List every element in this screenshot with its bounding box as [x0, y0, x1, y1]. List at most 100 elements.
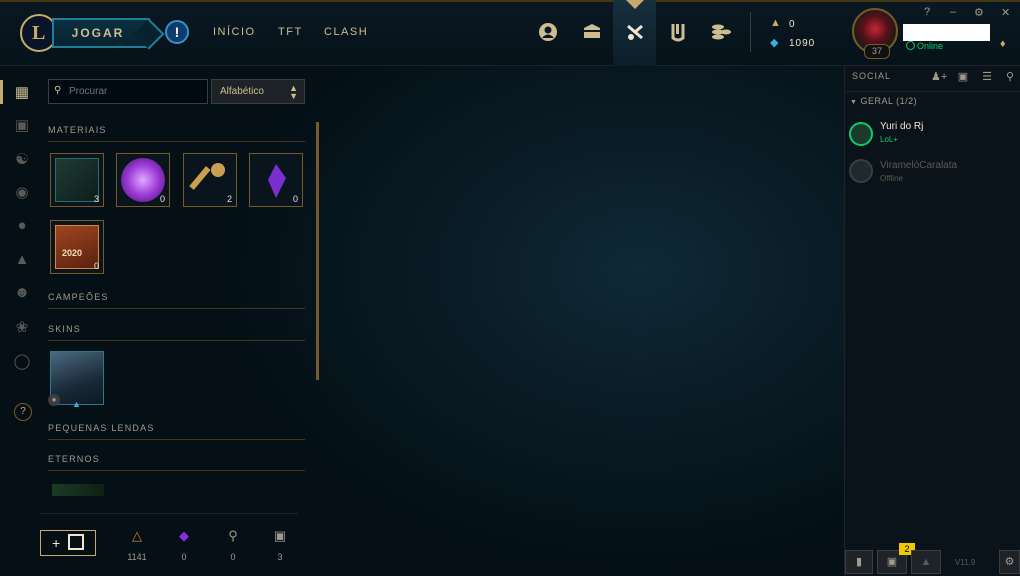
profile-icon[interactable]: [536, 22, 560, 44]
help-circle-icon[interactable]: ?: [14, 403, 32, 421]
collection-chest-icon[interactable]: [580, 22, 604, 44]
section-champions: CAMPEÕES: [48, 292, 305, 309]
account-icon[interactable]: ◯: [12, 352, 32, 372]
friend-group-label: GERAL (1/2): [860, 96, 918, 106]
list-icon[interactable]: ☰: [980, 70, 994, 84]
emote-icon[interactable]: ●: [12, 217, 32, 237]
sort-arrows-icon: ▲ ▼: [289, 83, 298, 101]
search-icon[interactable]: ⚲: [1003, 70, 1017, 84]
friend-row[interactable]: ViramelóCaralata Offline: [845, 153, 1020, 189]
notification-bell-icon[interactable]: ♦: [1000, 38, 1006, 50]
collection-scrollbar[interactable]: [316, 122, 319, 380]
topbar-divider: [750, 12, 751, 52]
store-icon[interactable]: [666, 22, 690, 44]
material-count: 0: [93, 261, 99, 271]
tactician-icon[interactable]: ❀: [12, 318, 32, 338]
play-button[interactable]: JOGAR: [52, 18, 150, 48]
material-count: 0: [292, 194, 298, 204]
nav-clash[interactable]: CLASH: [324, 26, 368, 38]
material-tile-event-token[interactable]: 2020 0: [50, 220, 104, 274]
friend-name: Yuri do Rj: [880, 121, 924, 132]
summoner-level: 37: [864, 44, 890, 59]
section-skins: SKINS: [48, 324, 305, 341]
friend-group-header[interactable]: ▼ GERAL (1/2): [850, 96, 917, 106]
section-materials: MATERIAIS: [48, 125, 305, 142]
key-icon: ⚲: [228, 528, 238, 543]
mythic-essence-icon: [254, 158, 298, 202]
friend-status: LoL+: [880, 135, 899, 144]
friend-status: Offline: [880, 174, 903, 183]
loot-icon[interactable]: [623, 22, 647, 44]
skin-rarity-icon: ▲: [72, 399, 81, 409]
chest-count: 3: [277, 552, 283, 562]
mythic-essence-count: 0: [181, 552, 187, 562]
chevron-down-icon: ▼: [850, 99, 858, 106]
online-dot-icon: [906, 41, 915, 50]
friend-avatar: [849, 122, 873, 146]
key-icon: [188, 158, 232, 202]
gear-icon[interactable]: ⚙: [999, 550, 1020, 574]
search-icon: ⚲: [54, 85, 62, 96]
section-eternals: ETERNOS: [48, 454, 305, 471]
search-input[interactable]: [67, 85, 201, 98]
material-count: 3: [93, 194, 99, 204]
chest-icon: ▣: [273, 528, 287, 543]
friend-name: ViramelóCaralata: [880, 160, 958, 171]
grid-icon[interactable]: ▦: [12, 83, 32, 103]
eternal-preview[interactable]: [52, 484, 104, 496]
minimize-icon[interactable]: –: [950, 6, 956, 18]
key-count: 0: [230, 552, 236, 562]
chest-icon[interactable]: ▣: [12, 116, 32, 136]
chat-icon[interactable]: ▮: [845, 550, 873, 574]
search-field[interactable]: ⚲: [48, 79, 208, 104]
social-divider: [844, 91, 1020, 92]
client-window: L JOGAR ! INÍCIO TFT CLASH ▲ 0 ◆ 1090 37…: [0, 0, 1020, 576]
orb-icon: [121, 158, 165, 202]
craft-plus-label: +: [51, 535, 61, 551]
client-version: V11.9: [955, 558, 976, 567]
social-title: SOCIAL: [852, 71, 892, 81]
craft-chest-button[interactable]: +: [40, 530, 96, 556]
rail-selected-indicator: [0, 80, 3, 104]
alert-icon[interactable]: !: [165, 20, 189, 44]
microphone-icon[interactable]: ▲: [911, 550, 941, 574]
online-status-label: Online: [917, 41, 944, 51]
orange-essence-amount: 0: [789, 19, 796, 30]
sort-dropdown[interactable]: Alfabético ▲ ▼: [211, 79, 305, 104]
orange-essence-count: 1141: [127, 552, 147, 562]
summoner-name-redacted: [903, 24, 990, 41]
champion-helmet-icon[interactable]: ☯: [12, 150, 32, 170]
sort-value: Alfabético: [220, 86, 264, 97]
skin-permanent-icon: ●: [48, 394, 60, 406]
help-icon[interactable]: ?: [924, 6, 930, 18]
blue-essence-amount: 1090: [789, 38, 816, 49]
token-year-label: 2020: [62, 248, 83, 258]
settings-icon[interactable]: ⚙: [974, 6, 984, 19]
active-tab-arrow: [626, 0, 644, 9]
nav-tft[interactable]: TFT: [278, 26, 303, 38]
material-count: 2: [226, 194, 232, 204]
close-icon[interactable]: ✕: [1001, 6, 1010, 19]
nav-home[interactable]: INÍCIO: [213, 26, 256, 38]
blue-essence-icon: ◆: [770, 37, 779, 49]
online-status[interactable]: Online: [906, 41, 943, 51]
orange-essence-icon: ▲: [770, 17, 781, 29]
material-count: 0: [159, 194, 165, 204]
material-tile-orb[interactable]: 0: [116, 153, 170, 207]
skin-mask-icon[interactable]: ◉: [12, 183, 32, 203]
event-token-icon: 2020: [55, 225, 99, 269]
material-tile-essence[interactable]: 0: [249, 153, 303, 207]
add-folder-icon[interactable]: ▣: [956, 70, 970, 84]
ward-icon[interactable]: ▲: [12, 251, 32, 271]
smile-icon[interactable]: ☻: [12, 284, 32, 304]
material-tile-chest[interactable]: 3: [50, 153, 104, 207]
add-friend-icon[interactable]: ♟+: [931, 70, 947, 84]
material-tile-key[interactable]: 2: [183, 153, 237, 207]
currency-icon[interactable]: [709, 22, 733, 44]
mythic-essence-icon: ◆: [179, 528, 189, 543]
hextech-chest-icon: [55, 158, 99, 202]
friend-row[interactable]: Yuri do Rj LoL+: [845, 114, 1020, 150]
section-little-legends: PEQUENAS LENDAS: [48, 423, 305, 440]
friend-avatar: [849, 159, 873, 183]
orange-essence-icon: △: [132, 528, 142, 543]
